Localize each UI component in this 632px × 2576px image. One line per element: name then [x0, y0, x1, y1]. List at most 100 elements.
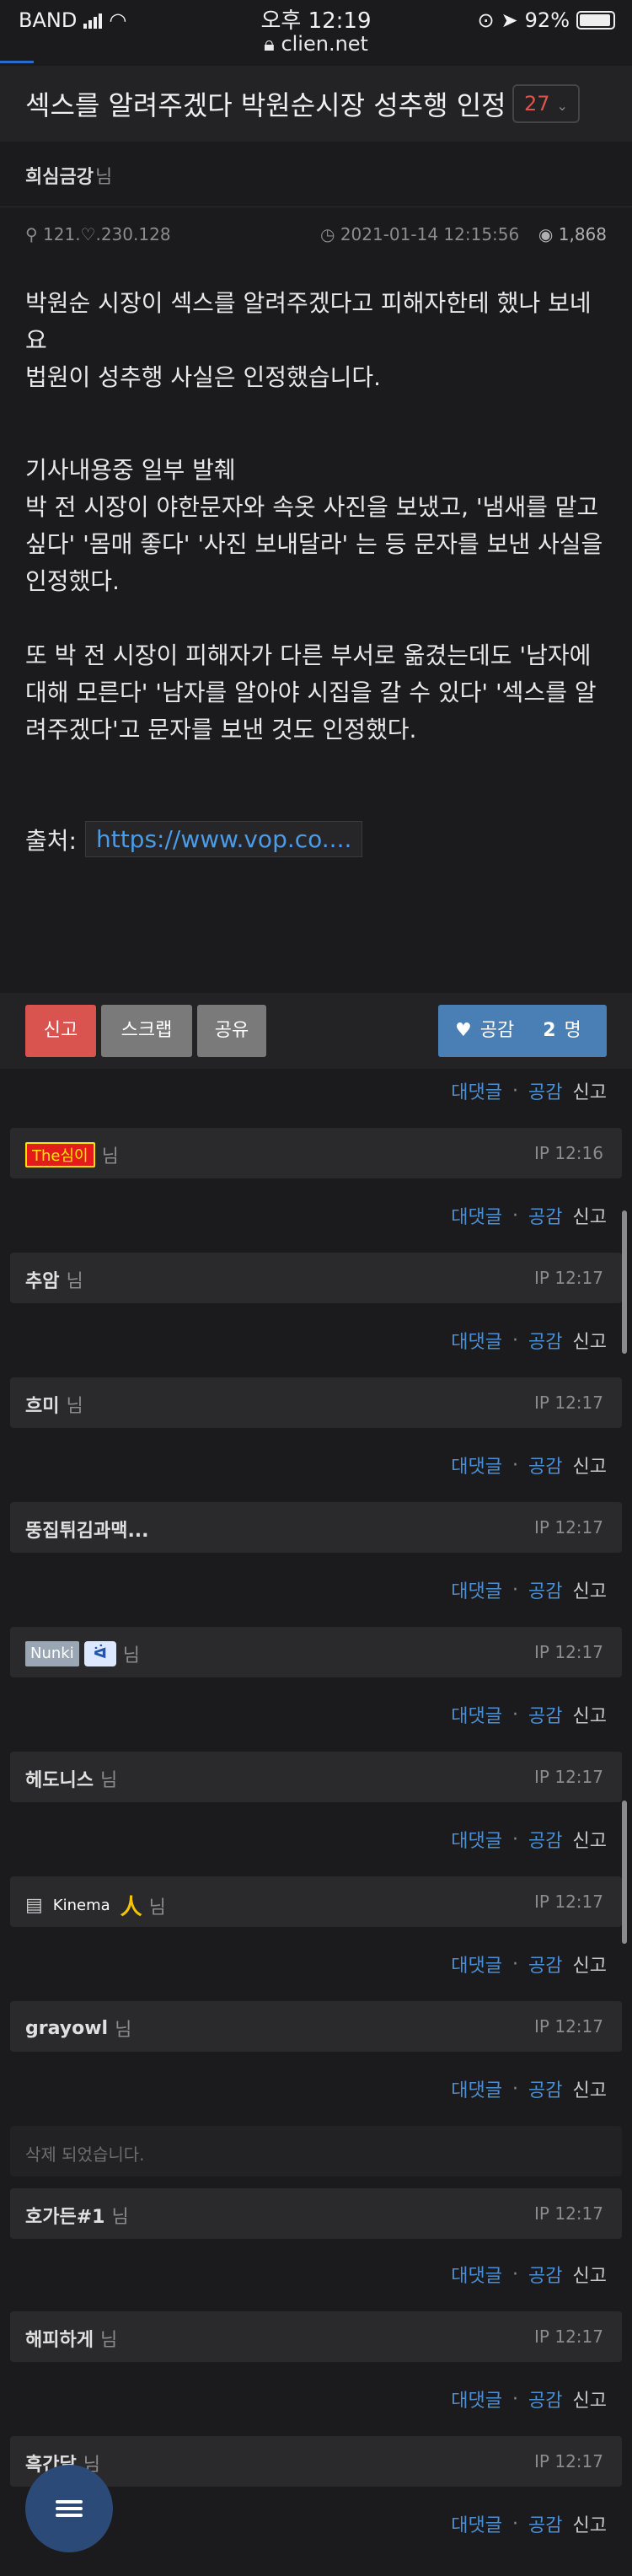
post-title: 섹스를 알려주겠다 박원순시장 성추행 인정 — [25, 89, 506, 121]
comment-like-link[interactable]: 공감 — [528, 1077, 562, 1104]
comment-time: IP 12:17 — [534, 2451, 603, 2471]
comment-time: IP 12:17 — [534, 1642, 603, 1662]
comment-author-name: 흐미 — [25, 1396, 60, 1417]
comment-author[interactable]: ▤ Kinema 人 님 — [25, 1890, 166, 1921]
comment-header: The심이 님 IP 12:16 — [10, 1128, 622, 1178]
separator-dot: · — [512, 2388, 519, 2410]
author-row: 희심금강님 — [0, 142, 632, 207]
views-value: 1,868 — [558, 224, 607, 244]
comment-author-name: 추암 — [25, 1271, 60, 1292]
scrap-button[interactable]: 스크랩 — [101, 1005, 192, 1057]
comment-ip: IP — [534, 2326, 549, 2347]
scrollbar-thumb[interactable] — [622, 1801, 627, 1944]
source-link[interactable]: https://www.vop.co.... — [84, 821, 363, 857]
nickname-image: The심이 — [25, 1142, 95, 1167]
comment-author[interactable]: 추암 님 — [25, 1266, 83, 1293]
honorific: 님 — [101, 1146, 119, 1167]
menu-icon-bar — [56, 2507, 83, 2510]
body-line — [25, 600, 607, 637]
comment-report-link[interactable]: 신고 — [573, 1327, 607, 1354]
comment-timestamp: 12:17 — [554, 1767, 603, 1787]
reply-link[interactable]: 대댓글 — [451, 1951, 502, 1978]
comment-report-link[interactable]: 신고 — [573, 1202, 607, 1229]
comment-report-link[interactable]: 신고 — [573, 2385, 607, 2412]
comment-like-link[interactable]: 공감 — [528, 2075, 562, 2102]
comment-like-link[interactable]: 공감 — [528, 1327, 562, 1354]
comment-author[interactable]: 해피하게 님 — [25, 2325, 117, 2352]
scrollbar-thumb[interactable] — [622, 1210, 627, 1354]
location-pin-icon: ⚲ — [25, 224, 38, 244]
comment-like-link[interactable]: 공감 — [528, 1576, 562, 1603]
reply-link[interactable]: 대댓글 — [451, 1202, 502, 1229]
reply-link[interactable]: 대댓글 — [451, 1077, 502, 1104]
reply-link[interactable]: 대댓글 — [451, 1327, 502, 1354]
reply-link[interactable]: 대댓글 — [451, 1452, 502, 1479]
comment-like-link[interactable]: 공감 — [528, 1951, 562, 1978]
comment-like-link[interactable]: 공감 — [528, 1452, 562, 1479]
comment-report-link[interactable]: 신고 — [573, 1077, 607, 1104]
comment-actions: 대댓글 · 공감 신고 — [451, 1573, 607, 1607]
share-button[interactable]: 공유 — [197, 1005, 266, 1057]
separator-dot: · — [512, 2263, 519, 2285]
reply-link[interactable]: 대댓글 — [451, 2261, 502, 2288]
comment-like-link[interactable]: 공감 — [528, 1202, 562, 1229]
separator-dot: · — [512, 1579, 519, 1601]
comment-report-link[interactable]: 신고 — [573, 1452, 607, 1479]
comment-author[interactable]: 흐미 님 — [25, 1391, 83, 1418]
comment-report-link[interactable]: 신고 — [573, 2510, 607, 2537]
comment-author-name: 헤도니스 — [25, 1770, 94, 1791]
comment-timestamp: 12:17 — [554, 2203, 603, 2224]
comment-report-link[interactable]: 신고 — [573, 2075, 607, 2102]
comment-ip: IP — [534, 1517, 549, 1538]
comment-like-link[interactable]: 공감 — [528, 2510, 562, 2537]
body-line — [25, 433, 607, 452]
address-bar[interactable]: 🔒︎ clien.net — [0, 32, 632, 56]
ip-value: 121.♡.230.128 — [43, 224, 171, 244]
reply-link[interactable]: 대댓글 — [451, 2075, 502, 2102]
comment-ip: IP — [534, 2451, 549, 2471]
comment-actions: 대댓글 · 공감 신고 — [451, 1698, 607, 1731]
location-icon: ➤ — [501, 8, 518, 32]
separator-dot: · — [512, 1704, 519, 1725]
reply-link[interactable]: 대댓글 — [451, 1701, 502, 1728]
honorific: 님 — [66, 1396, 83, 1417]
reply-link[interactable]: 대댓글 — [451, 2385, 502, 2412]
comment-like-link[interactable]: 공감 — [528, 1701, 562, 1728]
reply-link[interactable]: 대댓글 — [451, 2510, 502, 2537]
body-line — [25, 396, 607, 433]
report-button[interactable]: 신고 — [25, 1005, 96, 1057]
comment-actions: 대댓글 · 공감 신고 — [451, 1448, 607, 1482]
honorific: 님 — [99, 2330, 118, 2351]
honorific: 님 — [111, 2207, 129, 2228]
reply-link[interactable]: 대댓글 — [451, 1576, 502, 1603]
comment-count-badge[interactable]: 27 ⌄ — [512, 84, 580, 123]
comment-like-link[interactable]: 공감 — [528, 2385, 562, 2412]
honorific: 님 — [66, 1271, 83, 1292]
comment-report-link[interactable]: 신고 — [573, 1826, 607, 1853]
comment-time: IP 12:17 — [534, 1892, 603, 1912]
like-button[interactable]: ♥ 공감 2 명 — [438, 1005, 607, 1057]
floating-menu-button[interactable] — [25, 2465, 113, 2552]
reply-link[interactable]: 대댓글 — [451, 1826, 502, 1853]
chevron-down-icon: ⌄ — [556, 98, 568, 114]
like-unit: 명 — [564, 1020, 581, 1041]
comment-header: Nunki ᐛ 님 IP 12:17 — [10, 1627, 622, 1677]
comment-author[interactable]: 헤도니스 님 — [25, 1765, 117, 1792]
author-nickname[interactable]: 희심금강님 — [25, 162, 112, 189]
separator-dot: · — [512, 1454, 519, 1476]
comment-actions: 대댓글 · 공감 신고 — [451, 1323, 607, 1357]
comment-report-link[interactable]: 신고 — [573, 1576, 607, 1603]
comment-ip: IP — [534, 1143, 549, 1163]
comment-author[interactable]: grayowl 님 — [25, 2015, 131, 2042]
comment-report-link[interactable]: 신고 — [573, 2261, 607, 2288]
separator-dot: · — [512, 1329, 519, 1351]
comment-author[interactable]: The심이 님 — [25, 1141, 119, 1168]
comment-author[interactable]: 호가든#1 님 — [25, 2202, 129, 2229]
comment-report-link[interactable]: 신고 — [573, 1701, 607, 1728]
comment-like-link[interactable]: 공감 — [528, 1826, 562, 1853]
comment-author[interactable]: Nunki ᐛ 님 — [25, 1640, 140, 1667]
comment-author[interactable]: 뚱집튀김과맥... — [25, 1516, 149, 1543]
comment-like-link[interactable]: 공감 — [528, 2261, 562, 2288]
comment-time: IP 12:17 — [534, 1517, 603, 1538]
comment-report-link[interactable]: 신고 — [573, 1951, 607, 1978]
